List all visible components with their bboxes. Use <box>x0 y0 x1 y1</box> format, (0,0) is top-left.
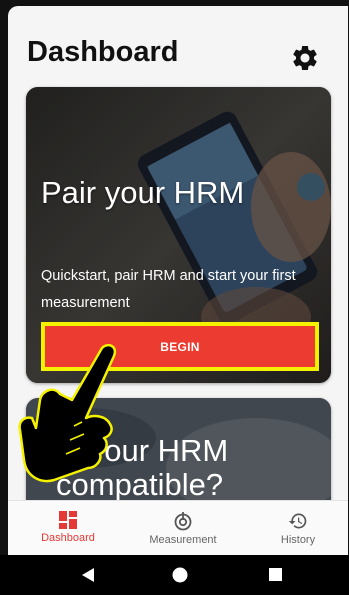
dashboard-icon <box>59 511 77 529</box>
page-title: Dashboard <box>27 36 179 68</box>
nav-dashboard[interactable]: Dashboard <box>18 501 118 555</box>
pair-hrm-title: Pair your HRM <box>41 175 245 210</box>
nav-measurement[interactable]: Measurement <box>128 501 238 555</box>
bottom-navigation: Dashboard Measurement History <box>8 500 348 555</box>
nav-history-label: History <box>280 534 316 546</box>
nav-history[interactable]: History <box>248 501 348 555</box>
history-icon <box>288 513 307 529</box>
pair-hrm-description: Quickstart, pair HRM and start your firs… <box>41 268 296 311</box>
home-icon[interactable] <box>171 566 189 584</box>
recents-icon[interactable] <box>268 567 283 582</box>
system-navigation-bar <box>0 555 349 595</box>
nav-measurement-label: Measurement <box>149 534 217 546</box>
nav-dashboard-label: Dashboard <box>41 532 95 544</box>
pointing-hand-icon <box>18 344 117 483</box>
app-header: Dashboard <box>8 6 348 92</box>
back-icon[interactable] <box>80 567 96 583</box>
gear-icon[interactable] <box>290 43 320 73</box>
measurement-icon <box>174 512 192 531</box>
